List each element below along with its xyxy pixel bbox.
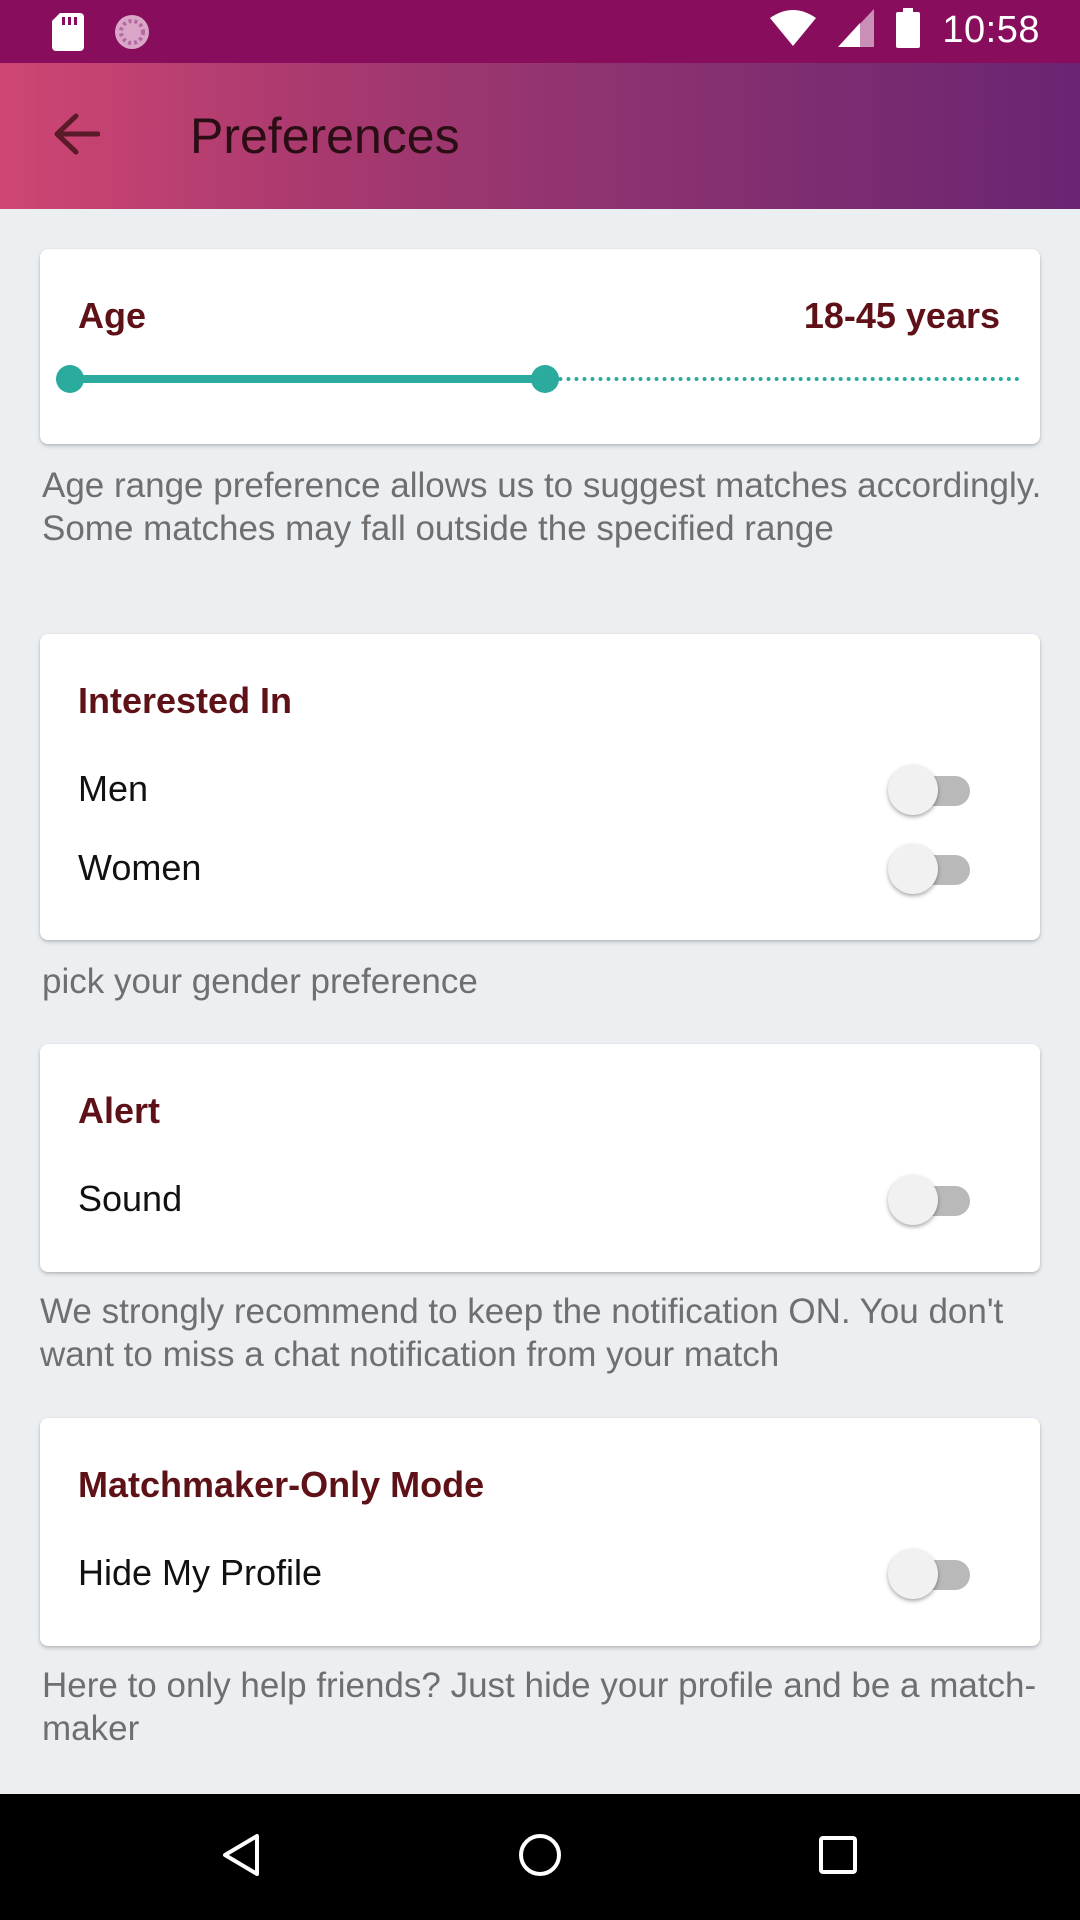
battery-icon (896, 8, 921, 53)
sd-card-icon (52, 13, 84, 56)
status-time: 10:58 (942, 9, 1040, 51)
hide-profile-toggle[interactable] (888, 1544, 972, 1600)
interested-in-card: Interested In Men Women (40, 634, 1040, 940)
nav-back-button[interactable] (208, 1824, 274, 1890)
recents-square-icon (818, 1835, 858, 1880)
status-bar-left (52, 12, 152, 57)
arrow-back-icon (52, 113, 101, 160)
age-helper-text: Age range preference allows us to sugges… (42, 466, 1042, 548)
women-label: Women (78, 847, 202, 888)
page-title: Preferences (190, 108, 460, 164)
alert-card: Alert Sound (40, 1044, 1040, 1272)
matchmaker-heading: Matchmaker-Only Mode (78, 1464, 485, 1505)
interested-in-helper-text: pick your gender preference (42, 962, 478, 1001)
slider-selected-range (70, 375, 545, 383)
alert-heading: Alert (78, 1090, 161, 1131)
sound-label: Sound (78, 1178, 183, 1219)
status-bar-right: 10:58 (770, 8, 1040, 53)
signal-icon (838, 9, 875, 52)
loading-icon (112, 12, 152, 57)
matchmaker-card: Matchmaker-Only Mode Hide My Profile (40, 1418, 1040, 1646)
back-triangle-icon (221, 1832, 261, 1883)
age-value: 18-45 years (803, 295, 1000, 336)
age-card: Age 18-45 years (40, 249, 1040, 444)
age-range-slider[interactable] (56, 359, 1020, 399)
status-bar: 10:58 (0, 0, 1080, 63)
nav-home-button[interactable] (507, 1824, 573, 1890)
men-toggle[interactable] (888, 760, 972, 816)
home-circle-icon (518, 1833, 562, 1882)
navigation-bar (0, 1794, 1080, 1920)
app-bar: Preferences (0, 63, 1080, 209)
back-button[interactable] (48, 108, 104, 164)
matchmaker-helper-text: Here to only help friends? Just hide you… (42, 1666, 1037, 1748)
slider-min-handle[interactable] (56, 365, 84, 393)
nav-recents-button[interactable] (805, 1824, 871, 1890)
slider-max-handle[interactable] (531, 365, 559, 393)
hide-profile-label: Hide My Profile (78, 1552, 323, 1593)
alert-helper-text: We strongly recommend to keep the notifi… (40, 1292, 1004, 1374)
women-toggle[interactable] (888, 839, 972, 895)
age-heading: Age (78, 295, 147, 336)
interested-in-heading: Interested In (78, 680, 293, 721)
men-label: Men (78, 768, 149, 809)
wifi-icon (770, 10, 817, 51)
sound-toggle[interactable] (888, 1170, 972, 1226)
